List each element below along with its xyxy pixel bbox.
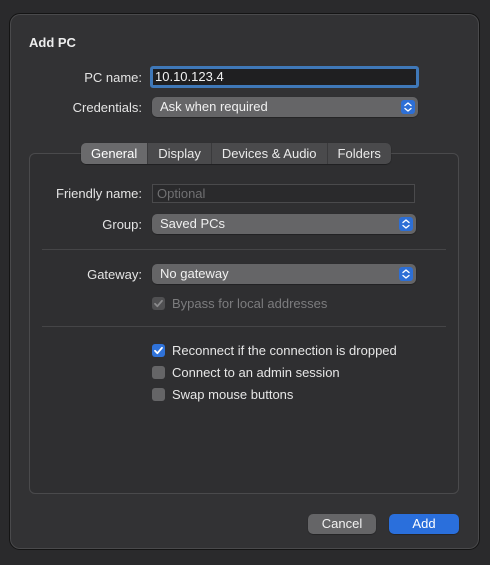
cancel-button[interactable]: Cancel bbox=[308, 514, 376, 534]
pc-name-label: PC name: bbox=[84, 70, 142, 85]
friendly-name-label: Friendly name: bbox=[56, 186, 142, 201]
separator bbox=[42, 326, 446, 327]
checkmark-icon bbox=[154, 299, 163, 308]
tab-content-box bbox=[29, 153, 459, 494]
tab-folders[interactable]: Folders bbox=[328, 143, 391, 164]
swap-mouse-checkbox[interactable] bbox=[152, 388, 165, 401]
add-button[interactable]: Add bbox=[389, 514, 459, 534]
tab-general[interactable]: General bbox=[81, 143, 149, 164]
gateway-label: Gateway: bbox=[87, 267, 142, 282]
swap-mouse-label: Swap mouse buttons bbox=[172, 387, 294, 402]
reconnect-checkbox[interactable] bbox=[152, 344, 165, 357]
checkmark-icon bbox=[154, 346, 163, 355]
chevron-updown-icon bbox=[399, 267, 413, 281]
gateway-popup[interactable]: No gateway bbox=[152, 264, 416, 284]
tab-bar: General Display Devices & Audio Folders bbox=[81, 143, 391, 164]
separator bbox=[42, 249, 446, 250]
gateway-value: No gateway bbox=[160, 266, 229, 281]
tab-display[interactable]: Display bbox=[148, 143, 212, 164]
bypass-local-checkbox[interactable] bbox=[152, 297, 165, 310]
friendly-name-field[interactable]: Optional bbox=[152, 184, 415, 203]
tab-devices-audio[interactable]: Devices & Audio bbox=[212, 143, 328, 164]
reconnect-label: Reconnect if the connection is dropped bbox=[172, 343, 397, 358]
group-value: Saved PCs bbox=[160, 216, 226, 231]
dialog-title: Add PC bbox=[29, 35, 76, 50]
pc-name-field[interactable]: 10.10.123.4 bbox=[150, 66, 419, 88]
credentials-value: Ask when required bbox=[160, 99, 268, 114]
admin-session-checkbox[interactable] bbox=[152, 366, 165, 379]
credentials-popup[interactable]: Ask when required bbox=[152, 97, 418, 117]
chevron-updown-icon bbox=[399, 217, 413, 231]
group-label: Group: bbox=[102, 217, 142, 232]
bypass-local-label: Bypass for local addresses bbox=[172, 296, 328, 311]
credentials-label: Credentials: bbox=[72, 100, 142, 115]
group-popup[interactable]: Saved PCs bbox=[152, 214, 416, 234]
admin-session-label: Connect to an admin session bbox=[172, 365, 340, 380]
chevron-updown-icon bbox=[401, 100, 415, 114]
